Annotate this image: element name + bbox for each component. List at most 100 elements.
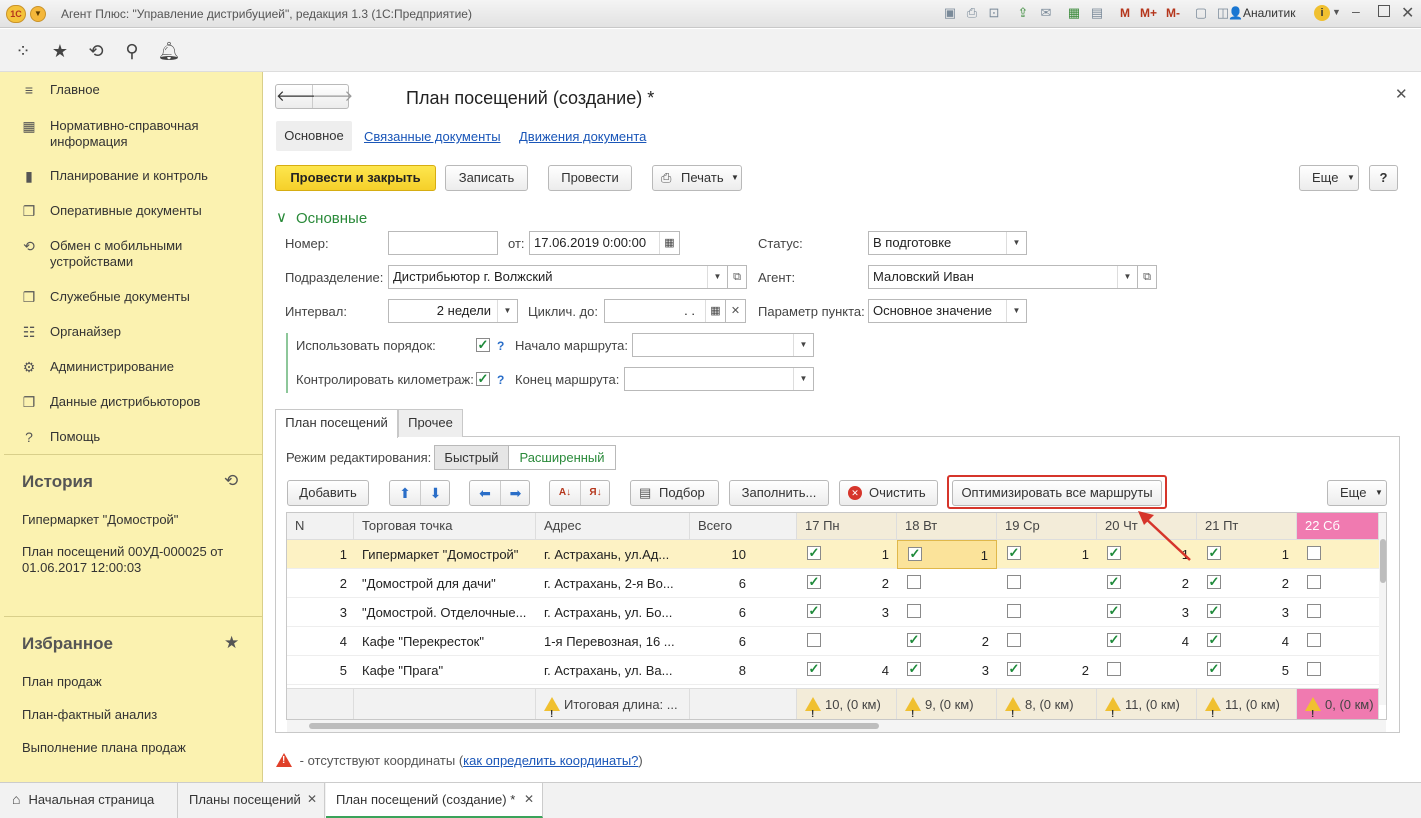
column-header-point[interactable]: Торговая точка bbox=[354, 513, 536, 539]
help-button[interactable]: ? bbox=[1369, 165, 1398, 191]
table-row[interactable]: 3 "Домострой. Отделочные... г. Астрахань, … bbox=[287, 598, 1379, 627]
column-header-total[interactable]: Всего bbox=[690, 513, 797, 539]
history-item[interactable]: Гипермаркет "Домострой" bbox=[22, 512, 252, 528]
day-checkbox[interactable]: ✓ bbox=[908, 547, 922, 561]
minimize-icon[interactable]: – bbox=[1352, 3, 1360, 19]
interval-select[interactable]: 2 недели ▼ bbox=[388, 299, 518, 323]
day-cell[interactable] bbox=[1297, 540, 1379, 569]
sidebar-item-distributor-data[interactable]: ❐ Данные дистрибьюторов bbox=[0, 394, 263, 414]
day-cell[interactable]: ✓ 2 bbox=[997, 656, 1097, 685]
edit-mode-extended[interactable]: Расширенный bbox=[508, 445, 616, 470]
day-checkbox[interactable] bbox=[1307, 633, 1321, 647]
apps-grid-icon[interactable]: ⁘ bbox=[11, 41, 35, 61]
column-header-day[interactable]: 21 Пт bbox=[1197, 513, 1297, 539]
notifications-bell-icon[interactable]: 🔔︎ bbox=[157, 41, 181, 61]
horizontal-scrollbar[interactable] bbox=[287, 720, 1386, 732]
close-window-icon[interactable]: ✕ bbox=[1401, 3, 1414, 23]
day-checkbox[interactable]: ✓ bbox=[1207, 633, 1221, 647]
save-icon[interactable]: ▣ bbox=[942, 5, 958, 21]
day-checkbox[interactable]: ✓ bbox=[1107, 633, 1121, 647]
day-checkbox[interactable]: ✓ bbox=[1107, 575, 1121, 589]
edit-mode-fast[interactable]: Быстрый bbox=[434, 445, 509, 470]
sort-asc-icon[interactable]: A↓ bbox=[550, 481, 580, 505]
day-cell[interactable] bbox=[1097, 656, 1197, 685]
agent-select[interactable]: Маловский Иван ▼ bbox=[868, 265, 1138, 289]
tab-related-docs[interactable]: Связанные документы bbox=[364, 129, 501, 144]
day-checkbox[interactable]: ✓ bbox=[1207, 662, 1221, 676]
day-cell[interactable] bbox=[897, 598, 997, 627]
favorites-item[interactable]: План продаж bbox=[22, 674, 252, 690]
day-checkbox[interactable]: ✓ bbox=[1007, 546, 1021, 560]
favorites-item[interactable]: План-фактный анализ bbox=[22, 707, 252, 723]
fill-button[interactable]: Заполнить... bbox=[729, 480, 829, 506]
day-checkbox[interactable]: ✓ bbox=[807, 546, 821, 560]
column-header-day[interactable]: 19 Ср bbox=[997, 513, 1097, 539]
day-cell[interactable] bbox=[997, 569, 1097, 598]
day-checkbox[interactable] bbox=[1107, 662, 1121, 676]
status-select[interactable]: В подготовке ▼ bbox=[868, 231, 1027, 255]
close-form-icon[interactable]: ✕ bbox=[1395, 85, 1408, 103]
calculator-icon[interactable]: ▦ bbox=[1066, 5, 1082, 21]
vertical-scrollbar[interactable] bbox=[1379, 513, 1386, 705]
save-button[interactable]: Записать bbox=[445, 165, 528, 191]
day-checkbox[interactable] bbox=[1007, 604, 1021, 618]
day-checkbox[interactable]: ✓ bbox=[807, 662, 821, 676]
sidebar-item-operative-docs[interactable]: ❐ Оперативные документы bbox=[0, 203, 263, 223]
day-checkbox[interactable] bbox=[1307, 604, 1321, 618]
print-button[interactable]: ⎙ Печать ▼ bbox=[652, 165, 742, 191]
add-button[interactable]: Добавить bbox=[287, 480, 369, 506]
upload-icon[interactable]: ⇪ bbox=[1015, 5, 1031, 21]
table-row[interactable]: 1 Гипермаркет "Домострой" г. Астрахань, ул… bbox=[287, 540, 1379, 569]
app-menu-button[interactable]: ▼ bbox=[30, 6, 46, 22]
column-header-address[interactable]: Адрес bbox=[536, 513, 690, 539]
sidebar-item-planning[interactable]: ▮ Планирование и контроль bbox=[0, 168, 263, 188]
day-cell[interactable] bbox=[1297, 598, 1379, 627]
clear-date-icon[interactable]: ✕ bbox=[725, 299, 746, 323]
number-field[interactable] bbox=[388, 231, 498, 255]
user-name[interactable]: Аналитик bbox=[1243, 6, 1295, 20]
sidebar-item-service-docs[interactable]: ❐ Служебные документы bbox=[0, 289, 263, 309]
info-icon[interactable]: i bbox=[1314, 5, 1330, 21]
date-field[interactable]: 17.06.2019 0:00:00 ▦ bbox=[529, 231, 680, 255]
day-checkbox[interactable]: ✓ bbox=[807, 604, 821, 618]
sidebar-item-help[interactable]: ? Помощь bbox=[0, 429, 263, 449]
day-checkbox[interactable] bbox=[1307, 575, 1321, 589]
column-header-day[interactable]: 17 Пн bbox=[797, 513, 897, 539]
coordinates-help-link[interactable]: как определить координаты? bbox=[463, 753, 638, 768]
tab-current-visit-plan[interactable]: План посещений (создание) * ✕ bbox=[326, 783, 543, 818]
column-header-day[interactable]: 22 Сб bbox=[1297, 513, 1379, 539]
day-checkbox[interactable]: ✓ bbox=[907, 633, 921, 647]
day-cell[interactable]: ✓ 3 bbox=[1197, 598, 1297, 627]
day-cell[interactable]: ✓ 5 bbox=[1197, 656, 1297, 685]
sidebar-item-organizer[interactable]: ☷ Органайзер bbox=[0, 324, 263, 344]
day-cell[interactable]: ✓ 3 bbox=[1097, 598, 1197, 627]
optimize-routes-button[interactable]: Оптимизировать все маршруты bbox=[952, 480, 1162, 506]
memory-plus-button[interactable]: M+ bbox=[1140, 6, 1157, 20]
sidebar-item-main[interactable]: ≡ Главное bbox=[0, 82, 263, 102]
move-up-icon[interactable]: ⬆ bbox=[390, 481, 420, 505]
day-cell[interactable]: ✓1 bbox=[897, 540, 997, 569]
day-checkbox[interactable]: ✓ bbox=[907, 662, 921, 676]
day-cell[interactable]: ✓1 bbox=[797, 540, 897, 569]
day-cell[interactable] bbox=[897, 569, 997, 598]
history-item[interactable]: План посещений 00УД-000025 от 01.06.2017… bbox=[22, 544, 252, 576]
control-km-checkbox[interactable]: ✓ bbox=[476, 372, 490, 386]
control-km-help[interactable]: ? bbox=[497, 373, 504, 387]
tab-other[interactable]: Прочее bbox=[398, 409, 463, 437]
day-cell[interactable] bbox=[797, 627, 897, 656]
print-icon[interactable]: ⎙ bbox=[964, 5, 980, 21]
calendar-icon[interactable]: ▤ bbox=[1089, 5, 1105, 21]
day-cell[interactable]: ✓ 2 bbox=[897, 627, 997, 656]
scrollbar-thumb[interactable] bbox=[1380, 539, 1386, 583]
day-cell[interactable] bbox=[1297, 569, 1379, 598]
day-checkbox[interactable] bbox=[1307, 662, 1321, 676]
point-param-select[interactable]: Основное значение ▼ bbox=[868, 299, 1027, 323]
day-cell[interactable]: ✓ 3 bbox=[797, 598, 897, 627]
sort-desc-icon[interactable]: Я↓ bbox=[580, 481, 610, 505]
shift-left-icon[interactable]: ⬅ bbox=[470, 481, 500, 505]
sidebar-item-administration[interactable]: ⚙ Администрирование bbox=[0, 359, 263, 379]
day-checkbox[interactable] bbox=[1307, 546, 1321, 560]
memory-minus-button[interactable]: M- bbox=[1166, 6, 1180, 20]
day-checkbox[interactable] bbox=[1007, 633, 1021, 647]
column-header-day[interactable]: 18 Вт bbox=[897, 513, 997, 539]
